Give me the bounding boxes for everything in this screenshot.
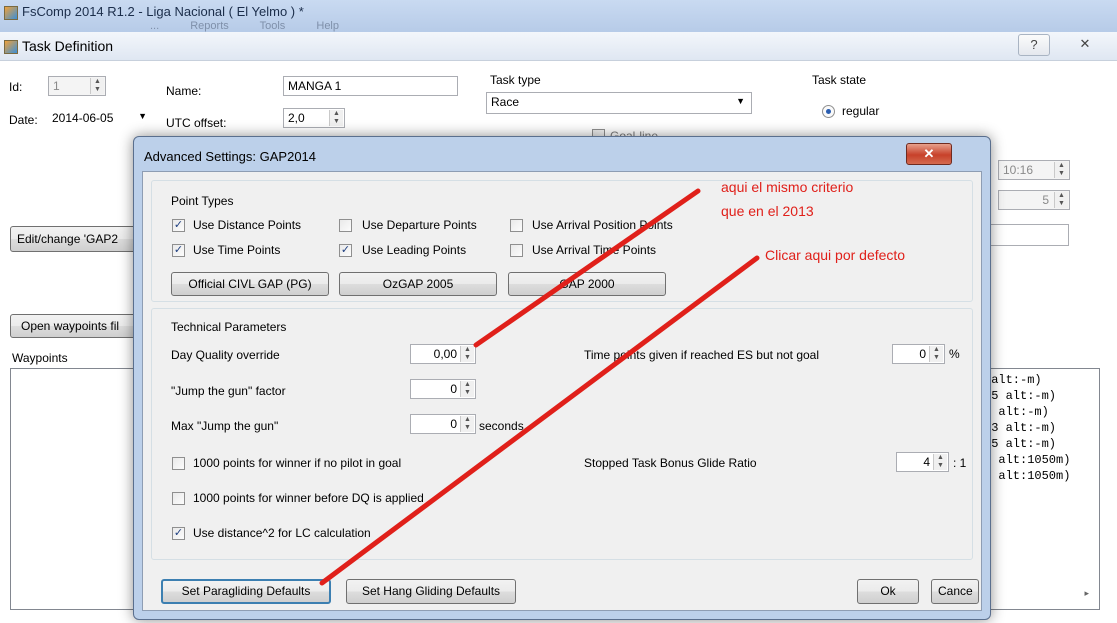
annotation-note-line1: aqui el mismo criterio	[721, 179, 854, 195]
annotation-note-line2: que en el 2013	[721, 203, 814, 219]
annotation-arrow-pg-defaults	[319, 255, 760, 586]
annotation-note-defaults: Clicar aqui por defecto	[765, 247, 906, 263]
annotation-arrow-day-quality	[473, 188, 701, 348]
annotation-arrows	[319, 188, 760, 586]
